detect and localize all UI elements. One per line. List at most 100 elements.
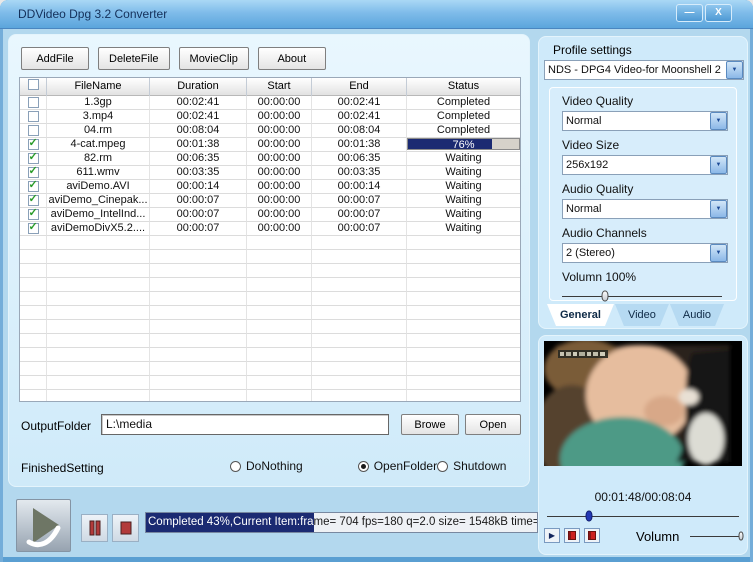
field-select-value: Normal [563, 203, 710, 215]
row-checkbox[interactable]: ✓ [28, 125, 39, 136]
check-icon: ✓ [29, 222, 38, 234]
row-checkbox[interactable]: ✓ [28, 167, 39, 178]
finished-radio-option[interactable]: Shutdown [437, 459, 506, 473]
table-row[interactable]: ✓ 4-cat.mpeg 00:01:38 00:00:00 00:01:38 … [20, 138, 520, 152]
row-checkbox[interactable]: ✓ [28, 209, 39, 220]
stop-icon [588, 531, 596, 540]
check-icon: ✓ [29, 152, 38, 164]
table-row[interactable]: ✓ 3.mp4 00:02:41 00:00:00 00:02:41 Compl… [20, 110, 520, 124]
table-row[interactable]: ✓ aviDemo_Cinepak... 00:00:07 00:00:00 0… [20, 194, 520, 208]
table-row[interactable]: ✓ aviDemo_IntelInd... 00:00:07 00:00:00 … [20, 208, 520, 222]
chevron-down-icon[interactable]: ▼ [710, 156, 727, 174]
select-all-checkbox[interactable] [28, 79, 39, 90]
settings-tabs: General Video Audio [547, 304, 725, 326]
profile-select[interactable]: NDS - DPG4 Video-for Moonshell 2 ▼ [544, 60, 744, 80]
header-filename[interactable]: FileName [47, 78, 150, 96]
header-end[interactable]: End [312, 78, 407, 96]
browse-button[interactable]: Browe [401, 414, 459, 435]
row-checkbox[interactable]: ✓ [28, 97, 39, 108]
header-status[interactable]: Status [407, 78, 520, 96]
chevron-down-icon[interactable]: ▼ [710, 200, 727, 218]
row-checkbox[interactable]: ✓ [28, 195, 39, 206]
table-row[interactable]: ✓ 04.rm 00:08:04 00:00:00 00:08:04 Compl… [20, 124, 520, 138]
cell-start: 00:00:00 [247, 124, 312, 138]
cell-duration: 00:03:35 [150, 166, 247, 180]
field-label: Audio Quality [562, 182, 736, 196]
row-checkbox[interactable]: ✓ [28, 139, 39, 150]
cell-status: Waiting Waiting [407, 166, 520, 180]
open-button[interactable]: Open [465, 414, 521, 435]
toolbar-button-label: AddFile [36, 53, 73, 65]
field-select[interactable]: 2 (Stereo) ▼ [562, 243, 728, 263]
toolbar-button[interactable]: DeleteFile [98, 47, 170, 70]
row-checkbox[interactable]: ✓ [28, 153, 39, 164]
field-select[interactable]: Normal ▼ [562, 199, 728, 219]
preview-volume-slider[interactable] [690, 529, 743, 543]
cell-filename: 3.mp4 [47, 110, 150, 124]
finished-options: DoNothing OpenFolder Shutdown [114, 459, 519, 473]
cell-start: 00:00:00 [247, 180, 312, 194]
start-convert-button[interactable] [16, 499, 71, 552]
toolbar-button[interactable]: AddFile [21, 47, 89, 70]
preview-volume-thumb[interactable] [738, 532, 743, 541]
check-icon: ✓ [29, 208, 38, 220]
output-folder-value: L:\media [106, 417, 152, 431]
chevron-down-icon[interactable]: ▼ [726, 61, 743, 79]
toolbar-button-label: MovieClip [190, 53, 238, 65]
table-row[interactable]: ✓ aviDemoDivX5.2.... 00:00:07 00:00:00 0… [20, 222, 520, 236]
finished-radio-option[interactable]: OpenFolder [358, 459, 437, 473]
close-button[interactable]: X [705, 4, 732, 22]
row-checkbox[interactable]: ✓ [28, 181, 39, 192]
toolbar-button-label: About [277, 53, 306, 65]
volume-slider-thumb[interactable] [602, 291, 609, 302]
row-checkbox[interactable]: ✓ [28, 223, 39, 234]
cell-duration: 00:06:35 [150, 152, 247, 166]
cell-status: Completed Completed [407, 96, 520, 110]
table-header: FileName Duration Start End Status [20, 78, 520, 96]
preview-stop-button[interactable] [584, 528, 600, 543]
seek-slider-thumb[interactable] [586, 511, 593, 522]
table-empty-row [20, 264, 520, 278]
header-duration[interactable]: Duration [150, 78, 247, 96]
profile-settings-panel: Profile settings NDS - DPG4 Video-for Mo… [538, 36, 748, 329]
table-row[interactable]: ✓ aviDemo.AVI 00:00:14 00:00:00 00:00:14… [20, 180, 520, 194]
seek-slider-track [547, 516, 739, 517]
cell-duration: 00:00:07 [150, 222, 247, 236]
cell-start: 00:00:00 [247, 138, 312, 152]
table-body: ✓ 1.3gp 00:02:41 00:00:00 00:02:41 Compl… [20, 96, 520, 402]
settings-tab[interactable]: Video [615, 304, 669, 326]
settings-field: Video Size 256x192 ▼ [562, 138, 736, 175]
minimize-button[interactable]: — [676, 4, 703, 22]
toolbar-button[interactable]: About [258, 47, 326, 70]
cell-duration: 00:02:41 [150, 96, 247, 110]
output-folder-input[interactable]: L:\media [101, 414, 389, 435]
row-progress-bar: 76% [407, 138, 520, 150]
header-start[interactable]: Start [247, 78, 312, 96]
cell-end: 00:08:04 [312, 124, 407, 138]
volume-slider[interactable] [562, 288, 722, 304]
cell-duration: 00:01:38 [150, 138, 247, 152]
preview-panel: 00:01:48/00:08:04 ▶ Volumn [538, 335, 748, 555]
chevron-down-icon[interactable]: ▼ [710, 244, 727, 262]
field-select[interactable]: 256x192 ▼ [562, 155, 728, 175]
field-select-value: Normal [563, 115, 710, 127]
preview-pause-button[interactable] [564, 528, 580, 543]
status-text: Completed [437, 110, 490, 122]
finished-radio-option[interactable]: DoNothing [230, 459, 303, 473]
settings-fields: Video Quality Normal ▼ Video Size 256x19… [562, 94, 736, 263]
settings-tab[interactable]: Audio [670, 304, 724, 326]
preview-play-button[interactable]: ▶ [544, 528, 560, 543]
chevron-down-icon[interactable]: ▼ [710, 112, 727, 130]
table-row[interactable]: ✓ 1.3gp 00:02:41 00:00:00 00:02:41 Compl… [20, 96, 520, 110]
settings-tab[interactable]: General [547, 304, 614, 326]
pause-convert-button[interactable] [81, 514, 108, 542]
cell-end: 00:02:41 [312, 96, 407, 110]
app-window: DDVideo Dpg 3.2 Converter — X AddFile De… [0, 0, 753, 562]
field-select[interactable]: Normal ▼ [562, 111, 728, 131]
table-row[interactable]: ✓ 611.wmv 00:03:35 00:00:00 00:03:35 Wai… [20, 166, 520, 180]
stop-convert-button[interactable] [112, 514, 139, 542]
table-row[interactable]: ✓ 82.rm 00:06:35 00:00:00 00:06:35 Waiti… [20, 152, 520, 166]
seek-slider[interactable] [547, 508, 739, 524]
row-checkbox[interactable]: ✓ [28, 111, 39, 122]
toolbar-button[interactable]: MovieClip [179, 47, 249, 70]
